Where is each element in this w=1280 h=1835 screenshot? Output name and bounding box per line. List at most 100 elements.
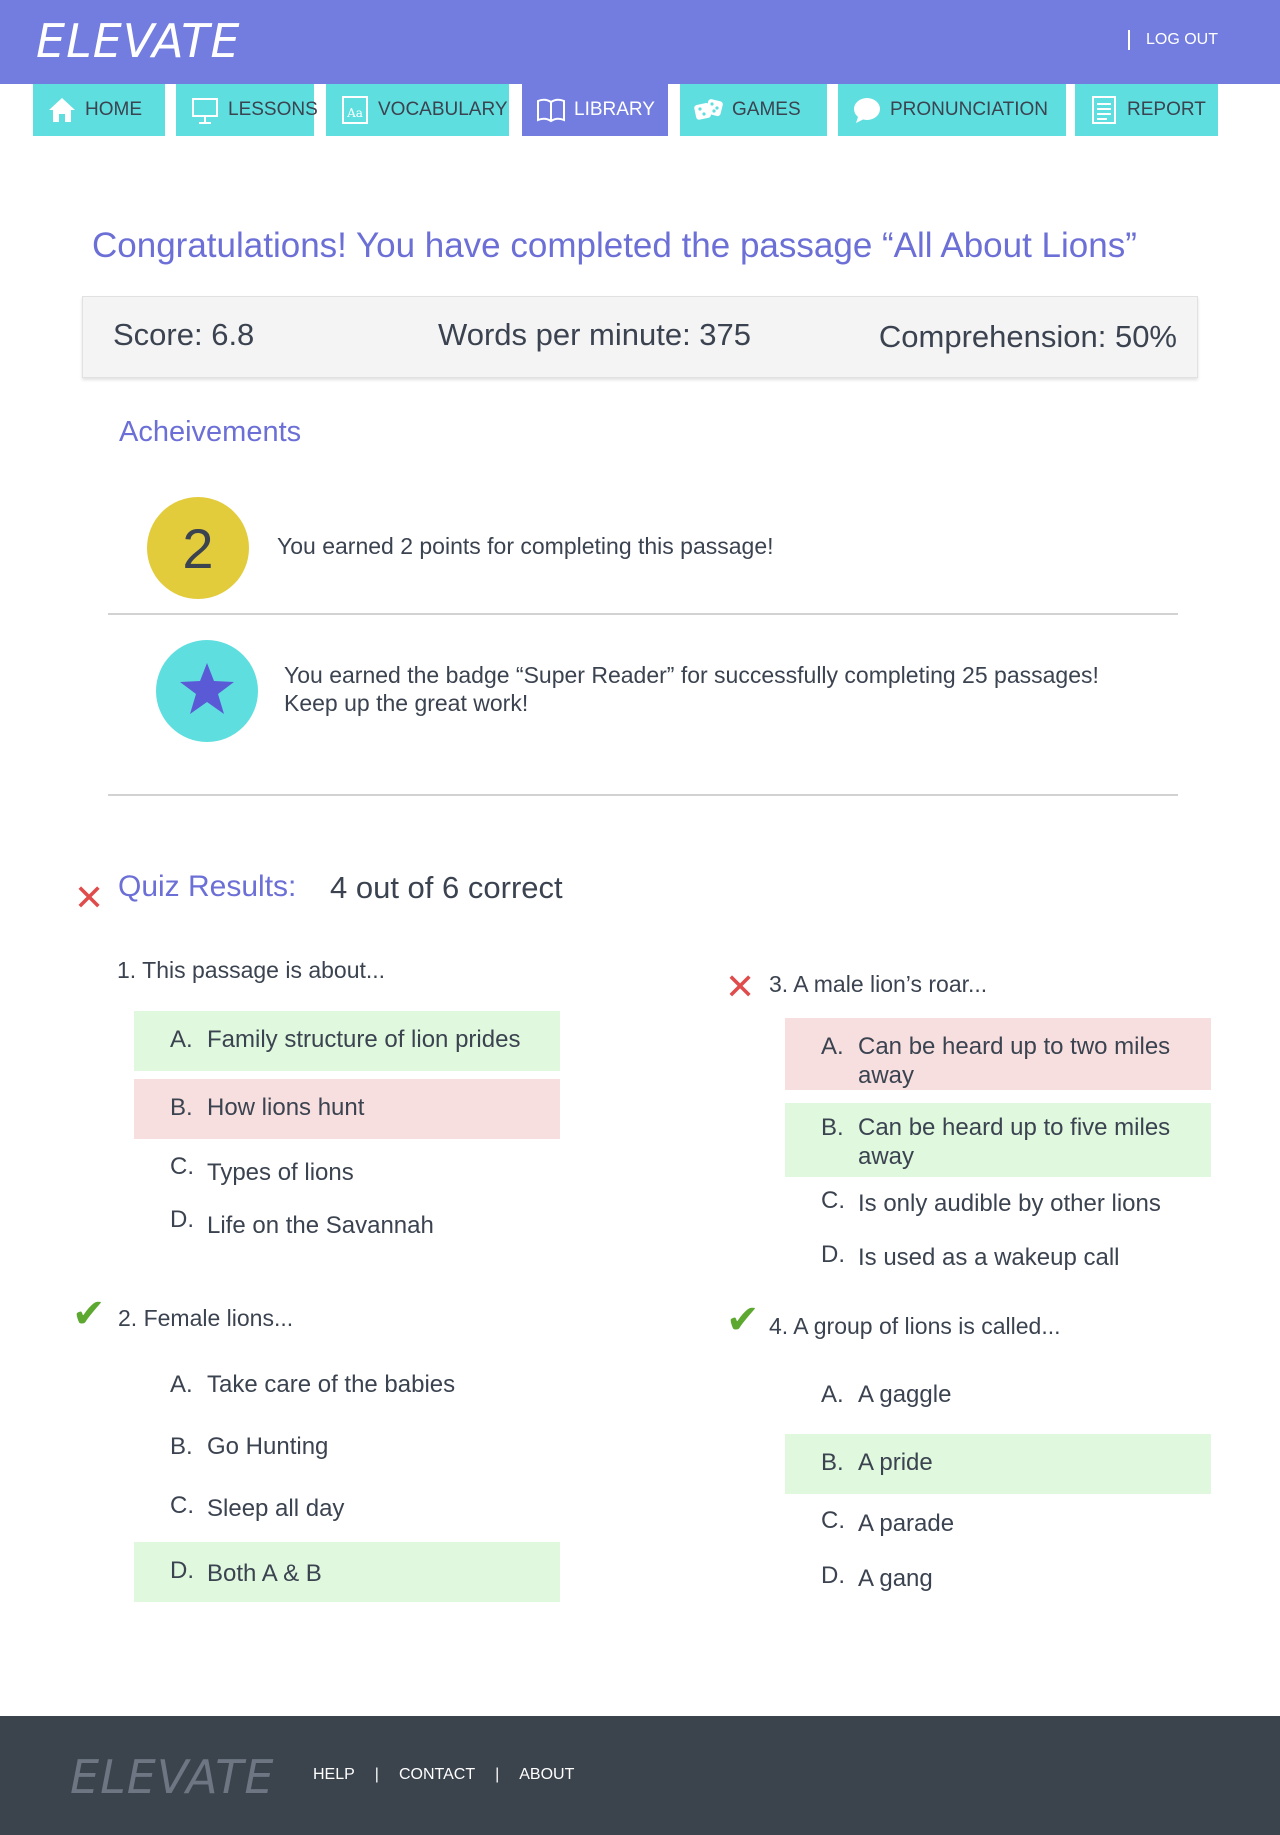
option-text: Take care of the babies (207, 1371, 456, 1398)
tab-lessons[interactable]: LESSONS (176, 84, 318, 136)
option-3a: A. Can be heard up to two miles away (785, 1018, 1211, 1090)
tab-label: GAMES (732, 99, 801, 120)
incorrect-icon: ✕ (725, 966, 756, 1007)
option-letter: B. (170, 1094, 193, 1121)
option-text: Is only audible by other lions (858, 1190, 1161, 1217)
logout-divider (1127, 30, 1130, 50)
elevate-logo[interactable]: ELEVATE (36, 14, 240, 68)
page-title: Congratulations! You have completed the … (92, 226, 1137, 265)
star-icon (178, 660, 236, 723)
tab-label: HOME (85, 99, 142, 120)
dictionary-icon: Aa (340, 95, 370, 125)
correct-icon: ✔ (72, 1292, 106, 1336)
footer-logo[interactable]: ELEVATE (70, 1750, 274, 1804)
option-2c: C. Sleep all day (134, 1477, 560, 1537)
svg-text:Aa: Aa (346, 106, 363, 120)
option-letter: D. (821, 1562, 845, 1589)
option-text: Can be heard up to two miles away (858, 1033, 1171, 1089)
option-1b: B. How lions hunt (134, 1079, 560, 1139)
badge-message-line1: You earned the badge “Super Reader” for … (284, 662, 1099, 688)
option-letter: D. (170, 1206, 194, 1233)
wpm-value: Words per minute: 375 (438, 317, 752, 352)
top-header: ELEVATE LOG OUT (0, 0, 1280, 84)
option-1d: D. Life on the Savannah (134, 1191, 560, 1251)
option-letter: C. (170, 1492, 194, 1519)
document-icon (1089, 95, 1119, 125)
home-icon (47, 95, 77, 125)
book-icon (536, 95, 566, 125)
option-2d: D. Both A & B (134, 1542, 560, 1602)
option-letter: B. (170, 1433, 193, 1460)
super-reader-badge (156, 640, 258, 742)
option-letter: A. (821, 1381, 844, 1408)
option-2b: B. Go Hunting (134, 1418, 560, 1478)
tab-games[interactable]: GAMES (680, 84, 827, 136)
footer-divider: | (495, 1766, 500, 1783)
logout-link[interactable]: LOG OUT (1146, 31, 1218, 49)
option-letter: D. (170, 1557, 194, 1584)
quiz-score: 4 out of 6 correct (330, 870, 563, 905)
points-value: 2 (182, 516, 214, 580)
option-text: A gaggle (858, 1381, 952, 1408)
tab-vocabulary[interactable]: Aa VOCABULARY (326, 84, 509, 136)
option-text: Life on the Savannah (207, 1212, 434, 1239)
tab-library[interactable]: LIBRARY (522, 84, 668, 136)
speech-bubble-icon (852, 95, 882, 125)
option-text: Both A & B (207, 1560, 322, 1587)
tab-home[interactable]: HOME (33, 84, 165, 136)
page-footer: ELEVATE HELP | CONTACT | ABOUT (0, 1716, 1280, 1835)
points-message: You earned 2 points for completing this … (277, 533, 774, 559)
option-text: How lions hunt (207, 1094, 365, 1121)
tab-label: PRONUNCIATION (890, 99, 1048, 120)
option-4a: A. A gaggle (785, 1366, 1211, 1426)
option-2a: A. Take care of the babies (134, 1356, 560, 1416)
question-3: 3. A male lion’s roar... (769, 971, 988, 997)
footer-link-contact[interactable]: CONTACT (399, 1766, 475, 1784)
option-letter: C. (821, 1187, 845, 1214)
comprehension-value: Comprehension: 50% (878, 319, 1177, 354)
quiz-results-heading: Quiz Results: (118, 870, 297, 903)
tab-report[interactable]: REPORT (1075, 84, 1218, 136)
question-2: 2. Female lions... (118, 1305, 294, 1331)
option-letter: A. (170, 1026, 193, 1053)
option-text: Sleep all day (207, 1495, 345, 1522)
option-letter: C. (170, 1153, 194, 1180)
divider (108, 613, 1178, 615)
option-text: Is used as a wakeup call (858, 1244, 1120, 1271)
option-letter: D. (821, 1241, 845, 1268)
score-summary: Score: 6.8 Words per minute: 375 Compreh… (82, 296, 1198, 378)
option-letter: B. (821, 1449, 844, 1476)
option-text: A pride (858, 1449, 933, 1476)
option-1a: A. Family structure of lion prides (134, 1011, 560, 1071)
option-text: Family structure of lion prides (207, 1026, 521, 1053)
option-letter: A. (821, 1033, 844, 1060)
points-badge: 2 (147, 497, 249, 599)
tab-label: VOCABULARY (378, 99, 508, 120)
achievements-heading: Acheivements (119, 416, 302, 448)
option-letter: B. (821, 1114, 844, 1141)
question-4: 4. A group of lions is called... (769, 1313, 1061, 1339)
option-text: Can be heard up to five miles away (858, 1114, 1171, 1170)
footer-divider: | (374, 1766, 379, 1783)
option-3b: B. Can be heard up to five miles away (785, 1103, 1211, 1177)
easel-icon (190, 95, 220, 125)
badge-message-line2: Keep up the great work! (284, 690, 529, 716)
tab-pronunciation[interactable]: PRONUNCIATION (838, 84, 1066, 136)
option-text: Types of lions (207, 1159, 354, 1186)
option-3d: D. Is used as a wakeup call (785, 1226, 1211, 1286)
logout-area: LOG OUT (1127, 30, 1218, 50)
option-4d: D. A gang (785, 1547, 1211, 1607)
option-4b: B. A pride (785, 1434, 1211, 1494)
dice-icon (694, 95, 724, 125)
tab-label: LESSONS (228, 99, 318, 120)
footer-link-help[interactable]: HELP (313, 1766, 355, 1784)
divider (108, 794, 1178, 796)
footer-link-about[interactable]: ABOUT (519, 1766, 574, 1784)
option-text: A parade (858, 1510, 955, 1537)
question-1: 1. This passage is about... (117, 957, 386, 983)
option-letter: C. (821, 1507, 845, 1534)
option-text: Go Hunting (207, 1433, 329, 1460)
badge-message: You earned the badge “Super Reader” for … (284, 661, 1099, 717)
footer-links: HELP | CONTACT | ABOUT (313, 1766, 574, 1784)
option-4c: C. A parade (785, 1492, 1211, 1552)
